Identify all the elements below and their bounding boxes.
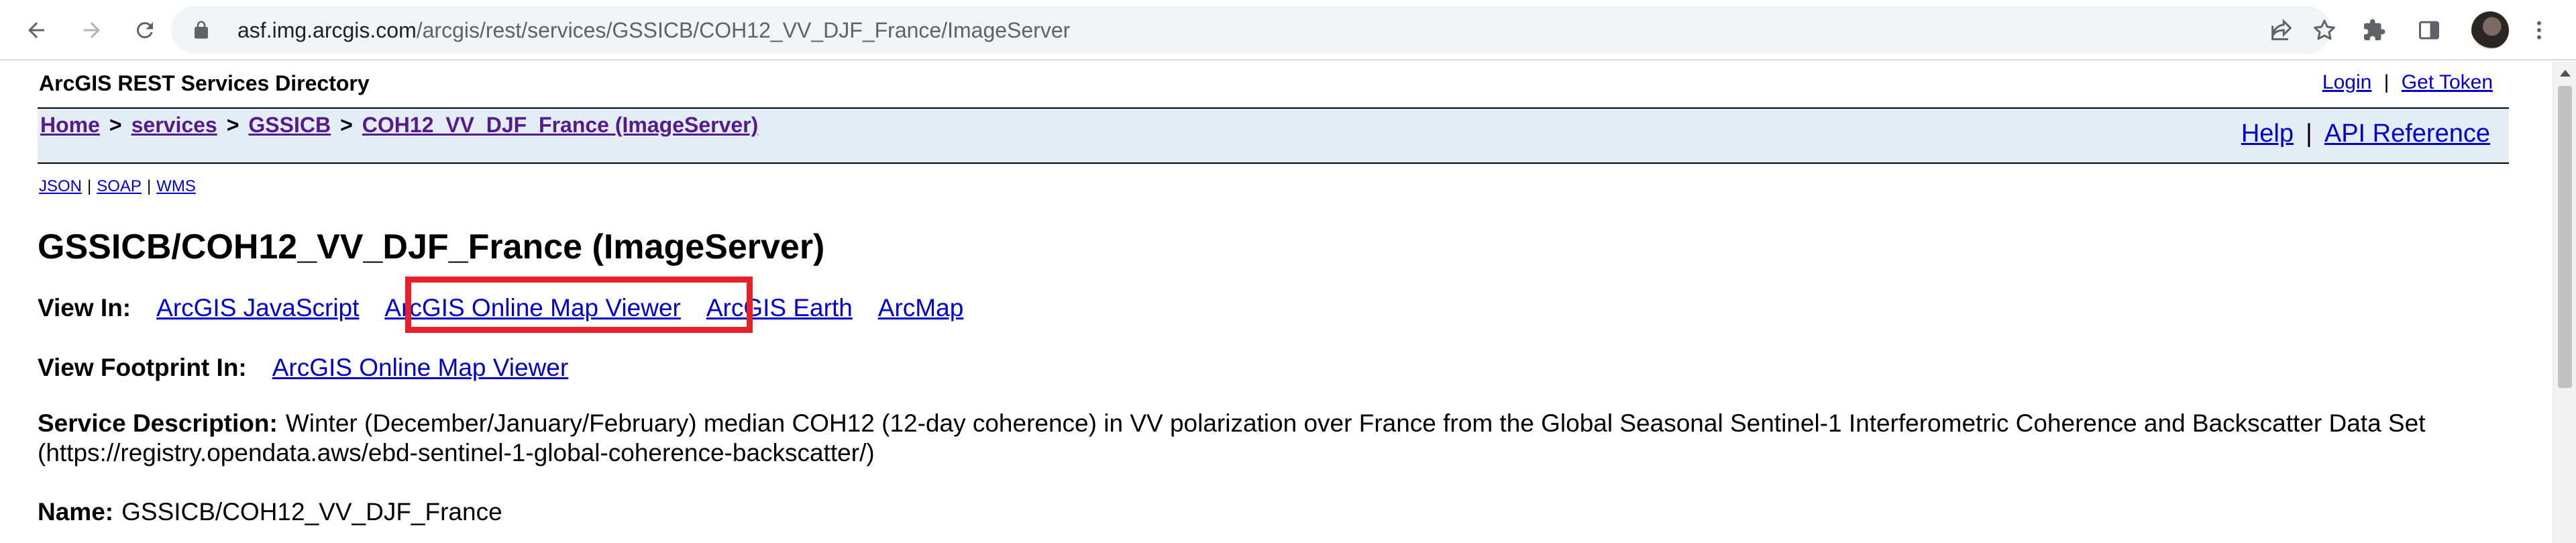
user-links: Login | Get Token (2322, 71, 2493, 94)
share-icon[interactable] (2268, 17, 2295, 44)
get-token-link[interactable]: Get Token (2402, 71, 2493, 93)
breadcrumb-bar: Home > services > GSSICB > COH12_VV_DJF_France… (38, 107, 2509, 164)
format-links: JSON | SOAP | WMS (39, 177, 196, 196)
url-text[interactable]: asf.img.arcgis.com/arcgis/rest/services/… (237, 18, 1070, 42)
link-separator: | (87, 177, 92, 195)
soap-link[interactable]: SOAP (97, 177, 142, 195)
link-separator: | (2383, 71, 2390, 93)
scrollbar-thumb[interactable] (2558, 86, 2572, 388)
breadcrumb-current-service[interactable]: COH12_VV_DJF_France (ImageServer) (362, 113, 759, 137)
page-content: ArcGIS REST Services Directory Login | G… (0, 62, 2553, 543)
bookmark-star-icon[interactable] (2311, 17, 2338, 44)
json-link[interactable]: JSON (39, 177, 82, 195)
breadcrumb-gssicb[interactable]: GSSICB (248, 113, 331, 137)
extensions-icon (2364, 19, 2385, 40)
link-separator: | (146, 177, 152, 195)
scroll-up-arrow-icon[interactable] (2560, 70, 2571, 77)
view-footprint-label: View Footprint In: (38, 354, 247, 381)
browser-menu-button[interactable] (2521, 12, 2557, 48)
link-separator: | (2305, 119, 2312, 148)
user-bar: ArcGIS REST Services Directory Login | G… (0, 62, 2509, 107)
name-label: Name: (38, 498, 114, 526)
forward-icon (84, 22, 100, 38)
reload-icon (136, 21, 153, 38)
api-reference-link[interactable]: API Reference (2324, 119, 2490, 148)
side-panel-button[interactable] (2411, 12, 2447, 48)
side-panel-icon (2419, 21, 2439, 40)
address-bar[interactable]: asf.img.arcgis.com/arcgis/rest/services/… (171, 6, 2335, 54)
breadcrumb-separator: > (340, 113, 353, 137)
breadcrumb-home[interactable]: Home (40, 113, 100, 137)
view-footprint-row: View Footprint In: ArcGIS Online Map View… (38, 353, 568, 383)
arcmap-link[interactable]: ArcMap (878, 294, 963, 322)
breadcrumb: Home > services > GSSICB > COH12_VV_DJF_France… (40, 113, 758, 138)
service-description: Service Description: Winter (December/Jan… (38, 409, 2520, 468)
help-links: Help | API Reference (2241, 119, 2490, 148)
name-row: Name: GSSICB/COH12_VV_DJF_France (38, 497, 502, 527)
breadcrumb-separator: > (109, 113, 122, 137)
name-value: GSSICB/COH12_VV_DJF_France (121, 498, 502, 526)
url-path: /arcgis/rest/services/GSSICB/COH12_VV_DJ… (416, 18, 1071, 42)
browser-toolbar: asf.img.arcgis.com/arcgis/rest/services/… (0, 0, 2576, 60)
view-in-label: View In: (38, 294, 131, 322)
vertical-scrollbar[interactable] (2553, 62, 2576, 543)
highlight-box (405, 277, 753, 333)
service-description-label: Service Description: (38, 409, 278, 437)
profile-avatar[interactable] (2471, 11, 2509, 49)
forward-button[interactable] (74, 12, 110, 48)
help-link[interactable]: Help (2241, 119, 2294, 148)
arcgis-javascript-link[interactable]: ArcGIS JavaScript (156, 294, 359, 322)
reload-button[interactable] (127, 12, 163, 48)
url-host: asf.img.arcgis.com (237, 18, 417, 42)
service-description-text: Winter (December/January/February) media… (38, 409, 2426, 466)
site-title: ArcGIS REST Services Directory (39, 71, 370, 95)
menu-icon (2537, 21, 2541, 40)
page-title: GSSICB/COH12_VV_DJF_France (ImageServer) (38, 228, 825, 266)
breadcrumb-services[interactable]: services (131, 113, 217, 137)
back-button[interactable] (18, 12, 54, 48)
login-link[interactable]: Login (2322, 71, 2371, 93)
wms-link[interactable]: WMS (156, 177, 196, 195)
back-icon (28, 22, 44, 38)
footprint-map-viewer-link[interactable]: ArcGIS Online Map Viewer (272, 354, 568, 381)
extensions-button[interactable] (2356, 12, 2392, 48)
lock-icon[interactable] (191, 19, 211, 41)
browser-window: asf.img.arcgis.com/arcgis/rest/services/… (0, 0, 2576, 543)
breadcrumb-separator: > (226, 113, 239, 137)
